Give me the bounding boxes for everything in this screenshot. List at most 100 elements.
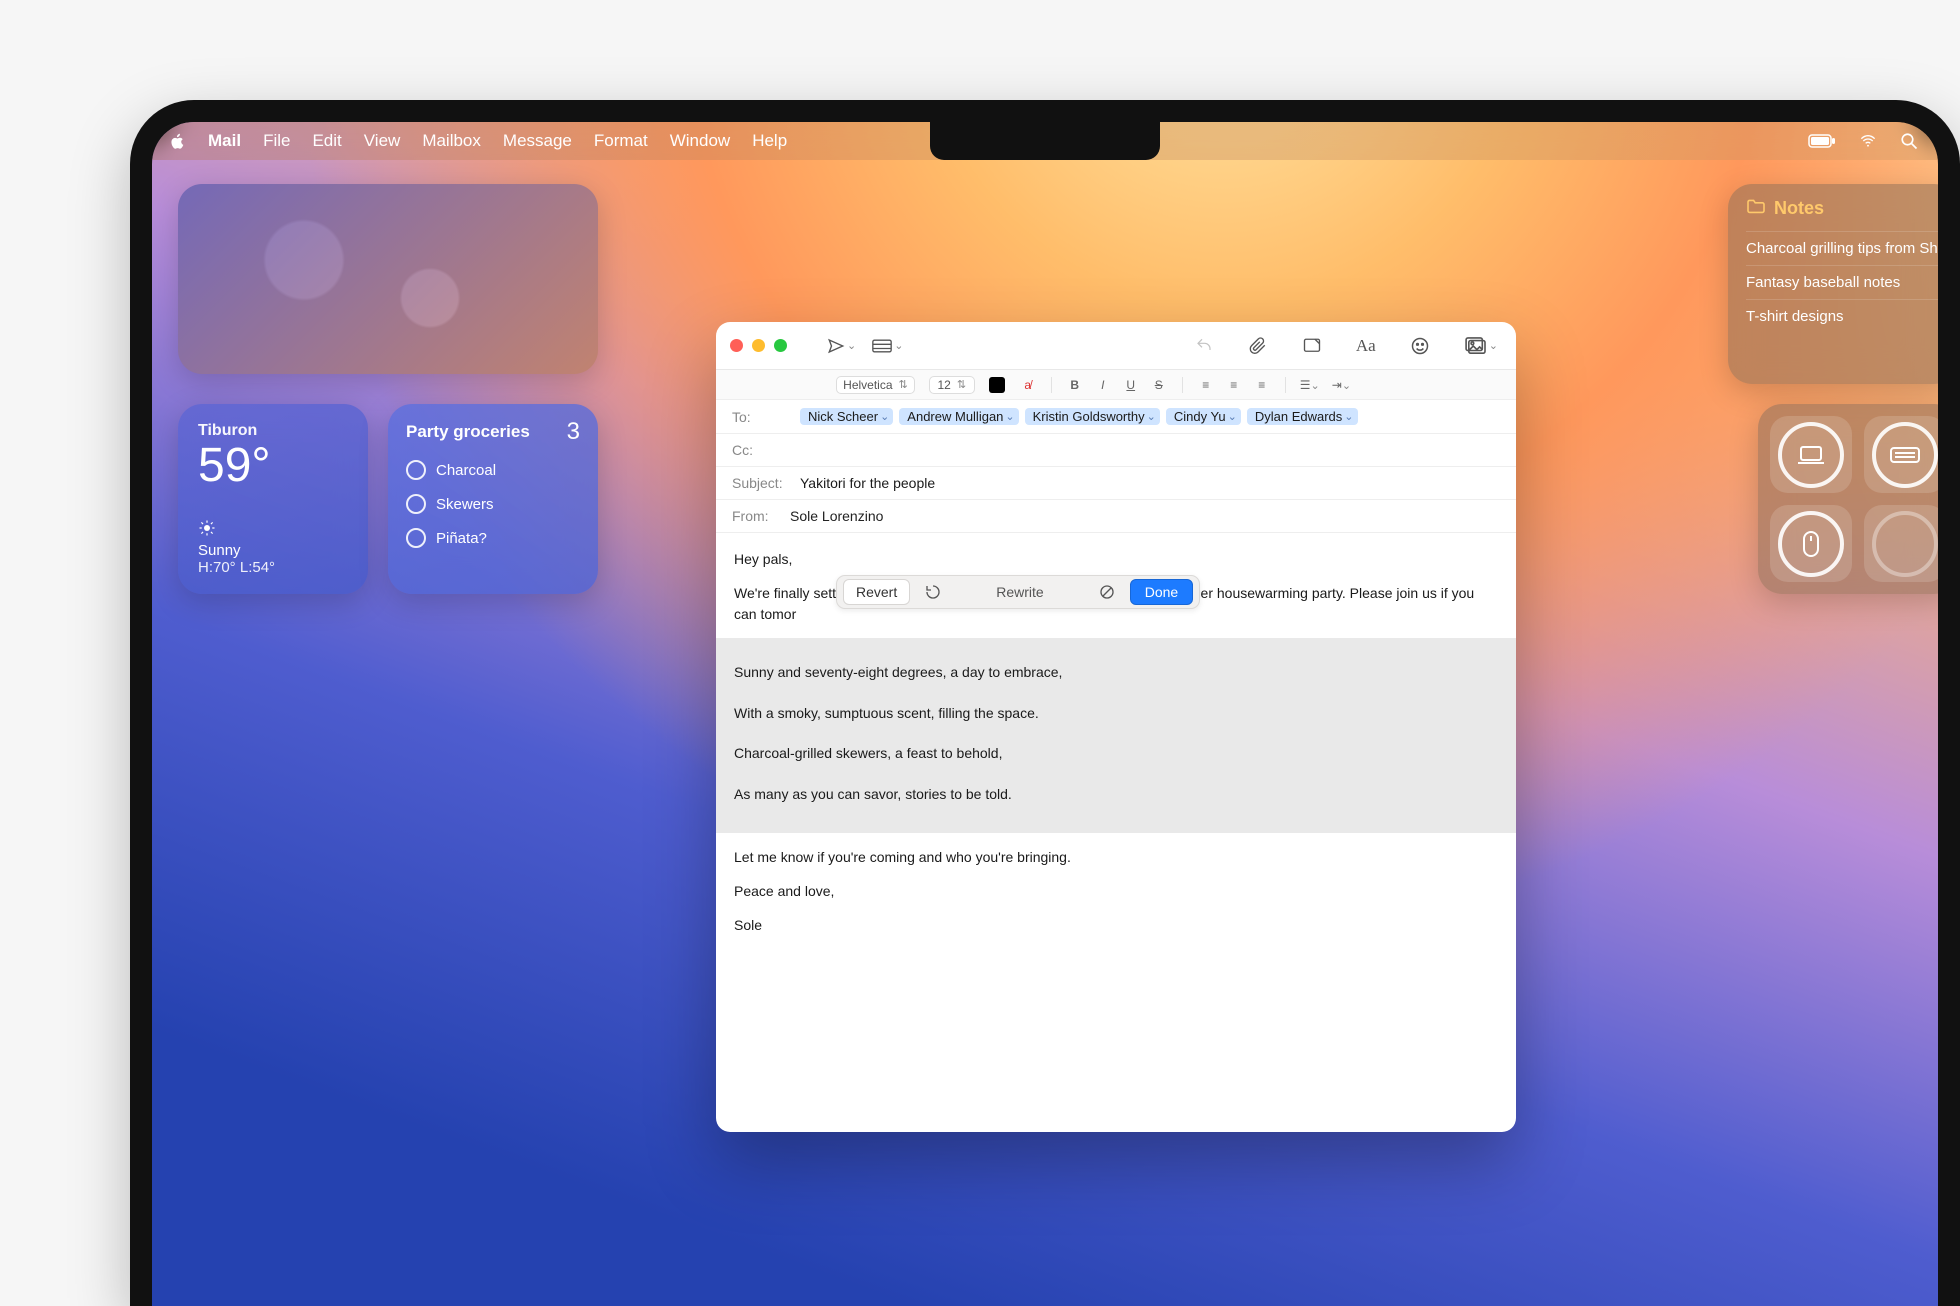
- weather-location: Tiburon: [198, 422, 348, 440]
- body-signature: Sole: [734, 915, 1498, 935]
- battery-icon[interactable]: [1808, 134, 1836, 148]
- reminder-label: Skewers: [436, 496, 494, 513]
- body-outro: Let me know if you're coming and who you…: [734, 847, 1498, 867]
- font-family-select[interactable]: Helvetica ⇅: [836, 376, 915, 394]
- font-size-select[interactable]: 12 ⇅: [929, 376, 975, 394]
- menubar-window[interactable]: Window: [670, 131, 730, 151]
- menubar-help[interactable]: Help: [752, 131, 787, 151]
- message-body[interactable]: Hey pals, We're finally settled into the…: [716, 533, 1516, 965]
- reminder-item[interactable]: Charcoal: [406, 460, 580, 480]
- spotlight-icon[interactable]: [1900, 132, 1918, 150]
- format-bar: Helvetica ⇅ 12 ⇅ a̸ B I U S ≡: [716, 370, 1516, 400]
- mail-compose-window: ⌄ ⌄ Aa: [716, 322, 1516, 1132]
- photo-browser-button[interactable]: ⌄: [1457, 331, 1502, 361]
- list-button[interactable]: ☰⌄: [1300, 378, 1318, 392]
- updown-icon: ⇅: [899, 378, 908, 391]
- rewrite-label: Rewrite: [956, 582, 1083, 602]
- to-label: To:: [732, 409, 790, 425]
- chevron-down-icon: ⌄: [894, 339, 903, 352]
- sun-icon: [198, 519, 216, 542]
- weather-hilo: H:70° L:54°: [198, 559, 348, 576]
- note-item[interactable]: T-shirt designs: [1746, 299, 1938, 333]
- wifi-icon[interactable]: [1858, 133, 1878, 149]
- recipient-pill[interactable]: Nick Scheer⌄: [800, 408, 893, 425]
- device-mouse[interactable]: [1770, 505, 1852, 582]
- skip-icon[interactable]: [1096, 581, 1118, 603]
- mail-toolbar: ⌄ ⌄ Aa: [716, 322, 1516, 370]
- window-close-button[interactable]: [730, 339, 743, 352]
- folder-icon: [1746, 198, 1766, 219]
- header-fields-button[interactable]: ⌄: [864, 331, 907, 361]
- font-size-value: 12: [937, 378, 950, 392]
- reminders-count: 3: [567, 418, 580, 446]
- reminders-title: Party groceries: [406, 422, 530, 442]
- device-laptop[interactable]: [1770, 416, 1852, 493]
- text-color-button[interactable]: [989, 377, 1005, 393]
- reminder-item[interactable]: Piñata?: [406, 528, 580, 548]
- reminder-checkbox[interactable]: [406, 494, 426, 514]
- note-item[interactable]: Fantasy baseball notes: [1746, 265, 1938, 299]
- align-left-button[interactable]: ≡: [1197, 378, 1215, 392]
- menubar-message[interactable]: Message: [503, 131, 572, 151]
- window-zoom-button[interactable]: [774, 339, 787, 352]
- emoji-button[interactable]: [1403, 331, 1437, 361]
- menubar-mailbox[interactable]: Mailbox: [422, 131, 481, 151]
- recipient-pill[interactable]: Dylan Edwards⌄: [1247, 408, 1358, 425]
- undo-icon[interactable]: [922, 581, 944, 603]
- reminders-widget[interactable]: Party groceries 3 Charcoal Skewers Piñat…: [388, 404, 598, 594]
- weather-widget[interactable]: Tiburon 59° Sunny H:70° L:54°: [178, 404, 368, 594]
- attach-button[interactable]: [1241, 331, 1275, 361]
- menubar-file[interactable]: File: [263, 131, 290, 151]
- device-keyboard[interactable]: [1864, 416, 1938, 493]
- chevron-down-icon: ⌄: [1489, 339, 1498, 352]
- strike-button[interactable]: S: [1150, 378, 1168, 392]
- italic-button[interactable]: I: [1094, 378, 1112, 392]
- cc-label: Cc:: [732, 442, 790, 458]
- reminder-item[interactable]: Skewers: [406, 494, 580, 514]
- menubar-view[interactable]: View: [364, 131, 401, 151]
- chevron-down-icon: ⌄: [847, 339, 856, 352]
- revert-button[interactable]: Revert: [843, 579, 910, 605]
- reminder-checkbox[interactable]: [406, 460, 426, 480]
- weather-temperature: 59°: [198, 442, 348, 490]
- device-empty[interactable]: [1864, 505, 1938, 582]
- send-button[interactable]: ⌄: [819, 331, 860, 361]
- align-center-button[interactable]: ≡: [1225, 378, 1243, 392]
- clear-style-button[interactable]: a̸: [1019, 378, 1037, 392]
- reply-button[interactable]: [1187, 331, 1221, 361]
- recipient-pill[interactable]: Kristin Goldsworthy⌄: [1025, 408, 1160, 425]
- photo-widget[interactable]: [178, 184, 598, 374]
- cc-row[interactable]: Cc:: [716, 434, 1516, 467]
- to-row[interactable]: To: Nick Scheer⌄ Andrew Mulligan⌄ Kristi…: [716, 400, 1516, 434]
- bold-button[interactable]: B: [1066, 378, 1084, 392]
- rewritten-selection: Sunny and seventy-eight degrees, a day t…: [716, 638, 1516, 833]
- menubar-edit[interactable]: Edit: [312, 131, 341, 151]
- menubar-app[interactable]: Mail: [208, 131, 241, 151]
- display-notch: [930, 122, 1160, 160]
- updown-icon: ⇅: [957, 378, 966, 391]
- from-label: From:: [732, 508, 780, 524]
- recipient-pill[interactable]: Cindy Yu⌄: [1166, 408, 1241, 425]
- from-value[interactable]: Sole Lorenzino: [790, 508, 883, 524]
- markup-button[interactable]: [1295, 331, 1329, 361]
- format-button[interactable]: Aa: [1349, 331, 1383, 361]
- reminder-label: Piñata?: [436, 530, 487, 547]
- reminder-label: Charcoal: [436, 462, 496, 479]
- from-row[interactable]: From: Sole Lorenzino: [716, 500, 1516, 533]
- devices-widget[interactable]: [1758, 404, 1938, 594]
- align-right-button[interactable]: ≡: [1253, 378, 1271, 392]
- body-greeting: Hey pals,: [734, 549, 1498, 569]
- note-item[interactable]: Charcoal grilling tips from Sh: [1746, 231, 1938, 265]
- recipient-pill[interactable]: Andrew Mulligan⌄: [899, 408, 1018, 425]
- menubar-format[interactable]: Format: [594, 131, 648, 151]
- reminder-checkbox[interactable]: [406, 528, 426, 548]
- body-signoff: Peace and love,: [734, 881, 1498, 901]
- underline-button[interactable]: U: [1122, 378, 1140, 392]
- notes-widget[interactable]: Notes Charcoal grilling tips from Sh Fan…: [1728, 184, 1938, 384]
- subject-row[interactable]: Subject: Yakitori for the people: [716, 467, 1516, 500]
- indent-button[interactable]: ⇥⌄: [1332, 378, 1350, 392]
- subject-value[interactable]: Yakitori for the people: [800, 475, 935, 491]
- window-minimize-button[interactable]: [752, 339, 765, 352]
- apple-menu[interactable]: [168, 132, 186, 150]
- done-button[interactable]: Done: [1130, 579, 1193, 605]
